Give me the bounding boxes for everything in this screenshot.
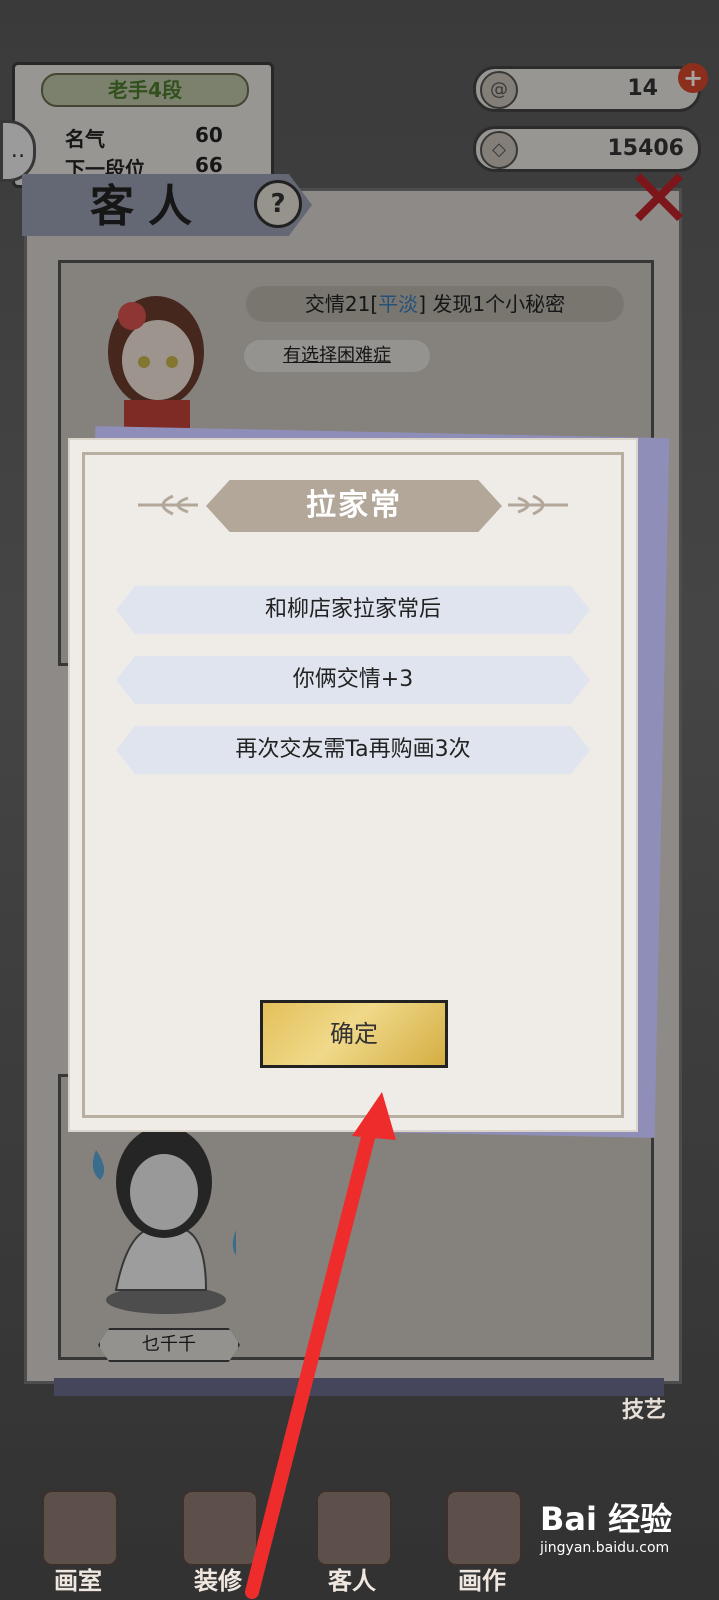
- nav-item-decor[interactable]: 装修: [168, 1480, 268, 1600]
- decor-icon: [182, 1490, 258, 1566]
- dialog-title: 拉家常: [306, 488, 402, 523]
- dialog-line-2: 你俩交情+3: [116, 656, 590, 704]
- nav-item-guests[interactable]: 客人: [302, 1480, 402, 1600]
- ornament-right-icon: [508, 494, 568, 516]
- studio-icon: [42, 1490, 118, 1566]
- skill-button[interactable]: 技艺: [622, 1392, 688, 1428]
- guests-icon: [316, 1490, 392, 1566]
- nav-item-paintings[interactable]: 画作: [432, 1480, 532, 1600]
- nav-item-studio[interactable]: 画室: [28, 1480, 128, 1600]
- dialog-line-3: 再次交友需Ta再购画3次: [116, 726, 590, 774]
- paintings-icon: [446, 1490, 522, 1566]
- baidu-watermark: Bai 经验 jingyan.baidu.com: [540, 1500, 673, 1556]
- confirm-button[interactable]: 确定: [260, 1000, 448, 1068]
- ornament-left-icon: [138, 494, 198, 516]
- dialog-line-1: 和柳店家拉家常后: [116, 586, 590, 634]
